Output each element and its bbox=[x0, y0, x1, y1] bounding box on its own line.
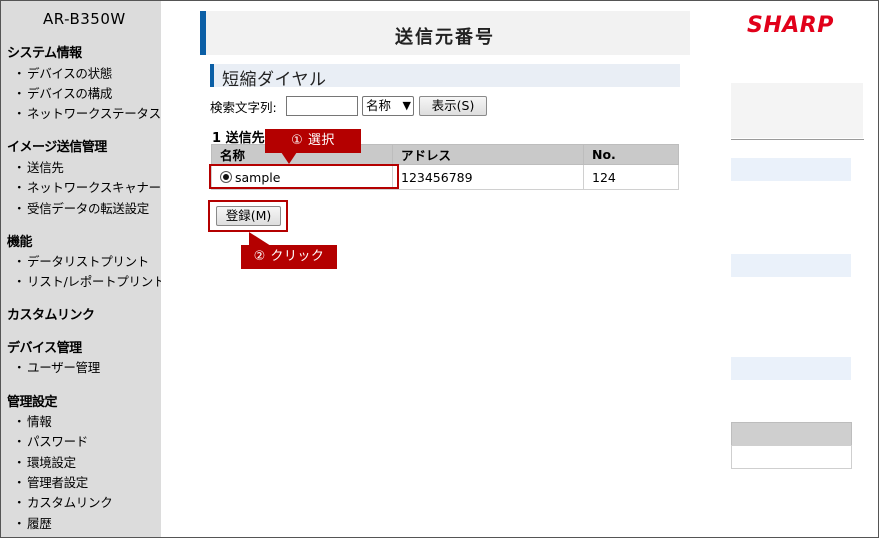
callout-step1: ① 選択 bbox=[265, 129, 361, 153]
sidebar-section-functions[interactable]: 機能 bbox=[7, 231, 33, 250]
sidebar-item-password[interactable]: ・パスワード bbox=[13, 431, 88, 450]
page-title: 送信元番号 bbox=[395, 27, 495, 48]
sidebar-item-forward-settings[interactable]: ・受信データの転送設定 bbox=[13, 198, 149, 217]
column-header-no: No. bbox=[583, 144, 679, 165]
sidebar-item-device-status[interactable]: ・デバイスの状態 bbox=[13, 63, 112, 82]
sidebar-item-destination[interactable]: ・送信先 bbox=[13, 157, 64, 176]
callout-step2-pointer bbox=[249, 232, 271, 246]
page-header: 送信元番号 bbox=[200, 11, 690, 55]
sidebar-section-custom-link[interactable]: カスタムリンク bbox=[7, 304, 95, 323]
brand-logo: SHARP bbox=[747, 13, 834, 38]
section-title: 短縮ダイヤル bbox=[222, 70, 327, 90]
right-panel-bar bbox=[731, 158, 851, 181]
right-panel-table-row bbox=[731, 445, 852, 469]
row-name: sample bbox=[235, 169, 281, 185]
sidebar-item-user-management[interactable]: ・ユーザー管理 bbox=[13, 357, 100, 376]
main-content: 送信元番号 短縮ダイヤル 検索文字列: 名称 ▼ 表示(S) 1 送信先 名称 … bbox=[161, 1, 731, 537]
table-cell-no: 124 bbox=[583, 164, 679, 190]
search-input[interactable] bbox=[286, 96, 358, 116]
sidebar-item-device-config[interactable]: ・デバイスの構成 bbox=[13, 83, 112, 102]
sidebar-item-network-status[interactable]: ・ネットワークステータス bbox=[13, 103, 161, 122]
table-cell-address: 123456789 bbox=[392, 164, 584, 190]
sidebar-item-list-report-print[interactable]: ・リスト/レポートプリント bbox=[13, 271, 161, 290]
search-label: 検索文字列: bbox=[210, 100, 277, 115]
callout-step2: ② クリック bbox=[241, 245, 337, 269]
radio-selected-icon[interactable] bbox=[220, 170, 232, 183]
sidebar-section-device-management[interactable]: デバイス管理 bbox=[7, 337, 82, 356]
section-accent-bar bbox=[210, 64, 214, 87]
right-panel-bar bbox=[731, 254, 851, 277]
table-row[interactable]: sample 123456789 124 bbox=[211, 164, 679, 190]
device-model: AR-B350W bbox=[43, 10, 126, 28]
sidebar-item-info[interactable]: ・情報 bbox=[13, 411, 52, 430]
section-header: 短縮ダイヤル bbox=[210, 64, 680, 90]
right-panel-table-header bbox=[731, 422, 852, 445]
right-panel-divider bbox=[731, 139, 864, 140]
callout-step1-pointer bbox=[281, 152, 297, 164]
sidebar-item-environment[interactable]: ・環境設定 bbox=[13, 452, 76, 471]
chevron-down-icon: ▼ bbox=[402, 99, 411, 112]
right-panel-bar bbox=[731, 357, 851, 380]
sidebar-section-system-info[interactable]: システム情報 bbox=[7, 42, 82, 61]
sidebar-section-admin-settings[interactable]: 管理設定 bbox=[7, 391, 58, 410]
search-field-select-value: 名称 bbox=[366, 98, 392, 113]
right-panel: SHARP bbox=[731, 1, 878, 537]
sidebar-item-admin-config[interactable]: ・管理者設定 bbox=[13, 472, 88, 491]
column-header-address: アドレス bbox=[392, 144, 584, 165]
right-panel-block bbox=[731, 83, 863, 138]
sidebar-item-data-list-print[interactable]: ・データリストプリント bbox=[13, 251, 149, 270]
sidebar-section-image-send[interactable]: イメージ送信管理 bbox=[7, 136, 107, 155]
sidebar: AR-B350W システム情報 ・デバイスの状態 ・デバイスの構成 ・ネットワー… bbox=[1, 1, 161, 537]
sidebar-item-history[interactable]: ・履歴 bbox=[13, 513, 52, 532]
table-cell-name[interactable]: sample bbox=[211, 164, 393, 190]
browser-frame: AR-B350W システム情報 ・デバイスの状態 ・デバイスの構成 ・ネットワー… bbox=[0, 0, 879, 538]
search-field-select[interactable]: 名称 ▼ bbox=[362, 96, 414, 116]
register-button[interactable]: 登録(M) bbox=[216, 206, 281, 226]
show-button[interactable]: 表示(S) bbox=[419, 96, 487, 116]
sidebar-item-custom-link[interactable]: ・カスタムリンク bbox=[13, 492, 113, 511]
sidebar-item-network-scanner[interactable]: ・ネットワークスキャナー bbox=[13, 177, 161, 196]
